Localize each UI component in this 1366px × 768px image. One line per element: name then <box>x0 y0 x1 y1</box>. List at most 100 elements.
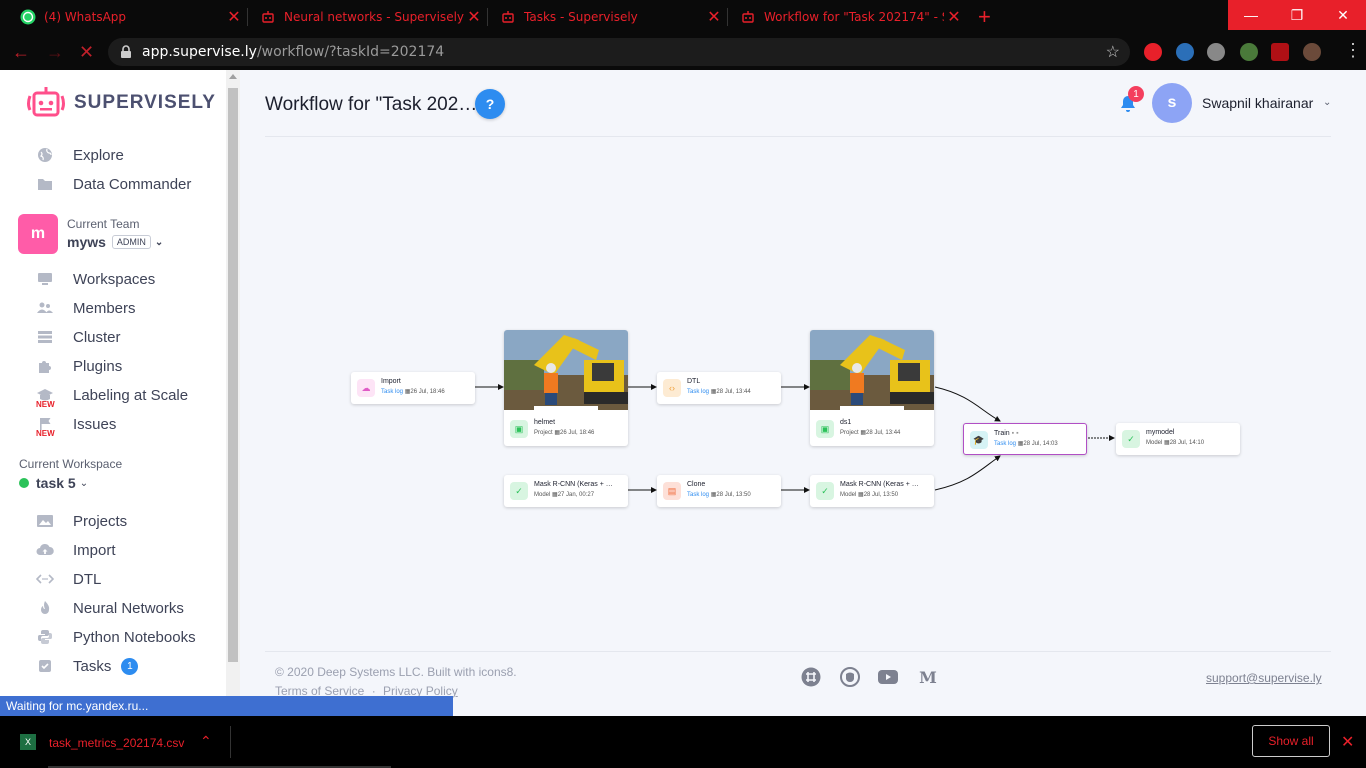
team-avatar[interactable]: m <box>18 214 58 254</box>
current-team-caption: Current Team <box>67 217 140 231</box>
scroll-up-arrow-icon[interactable] <box>229 74 237 79</box>
task-log-link[interactable]: Task log <box>994 441 1016 447</box>
sidebar-item-projects[interactable]: Projects <box>36 510 127 532</box>
puzzle-extension-icon[interactable] <box>1271 43 1289 61</box>
lock-icon <box>120 45 134 59</box>
kebab-menu-icon[interactable]: ⋮ <box>1344 40 1362 61</box>
monitor-icon <box>36 270 54 288</box>
slack-icon[interactable] <box>801 667 821 687</box>
team-selector[interactable]: myws ADMIN ⌄ <box>67 234 163 250</box>
workflow-node-ds1[interactable]: ▣ ds1 Project ▦28 Jul, 13:44 <box>810 330 934 446</box>
sidebar-item-workspaces[interactable]: Workspaces <box>36 268 155 290</box>
graduation-cap-icon: NEW <box>36 386 55 409</box>
github-icon[interactable] <box>840 667 860 687</box>
adblock-extension-icon[interactable] <box>1144 43 1162 61</box>
extension-icon[interactable] <box>1240 43 1258 61</box>
sidebar-scrollbar[interactable] <box>226 70 240 716</box>
supervisely-logo[interactable]: SUPERVISELY <box>26 84 216 122</box>
back-arrow-icon[interactable]: ← <box>12 42 30 63</box>
project-preview-image <box>504 330 628 410</box>
maximize-button[interactable]: ❐ <box>1274 0 1320 30</box>
sidebar: SUPERVISELY Explore Data Commander m Cur… <box>0 70 226 716</box>
edge <box>934 455 1001 491</box>
forward-arrow-icon[interactable]: → <box>46 42 64 63</box>
logo-text: SUPERVISELY <box>74 92 216 113</box>
chevron-up-icon[interactable]: ⌃ <box>200 733 212 750</box>
code-icon: ‹› <box>663 379 681 397</box>
download-extension-icon[interactable] <box>1207 43 1225 61</box>
sidebar-item-import[interactable]: Import <box>36 539 116 561</box>
flag-icon: NEW <box>36 415 55 438</box>
workspace-name: task 5 <box>36 475 76 491</box>
graduation-cap-icon: 🎓 <box>970 431 988 449</box>
model-check-icon: ✓ <box>1122 430 1140 448</box>
profile-avatar[interactable] <box>1303 43 1321 61</box>
workflow-node-dtl[interactable]: ‹› DTL Task log ▦28 Jul, 13:44 <box>657 372 781 404</box>
close-icon[interactable]: ✕ <box>704 7 724 27</box>
support-email-link[interactable]: support@supervise.ly <box>1206 671 1322 685</box>
tab-title: (4) WhatsApp <box>44 10 127 24</box>
sidebar-item-members[interactable]: Members <box>36 297 136 319</box>
close-window-button[interactable]: ✕ <box>1320 0 1366 30</box>
footer-divider <box>265 651 1331 652</box>
supervisely-icon <box>500 9 516 25</box>
cloud-upload-icon <box>36 541 54 559</box>
sidebar-item-issues[interactable]: NEW Issues <box>36 413 116 439</box>
sidebar-item-neural-networks[interactable]: Neural Networks <box>36 597 184 619</box>
cloud-import-icon: ☁ <box>357 379 375 397</box>
sidebar-item-data-commander[interactable]: Data Commander <box>36 173 191 195</box>
sidebar-item-plugins[interactable]: Plugins <box>36 355 122 377</box>
chevron-down-icon: ⌄ <box>79 477 89 489</box>
folder-icon <box>36 175 54 193</box>
folder-check-icon: ▣ <box>816 420 834 438</box>
show-all-button[interactable]: Show all <box>1252 725 1330 757</box>
task-log-link[interactable]: Task log <box>687 492 709 498</box>
workflow-node-train[interactable]: 🎓 Train ▪ ▪ Task log ▦28 Jul, 14:03 <box>963 423 1087 455</box>
globe-icon <box>36 146 54 164</box>
workflow-node-helmet[interactable]: ▣ helmet Project ▦26 Jul, 18:46 <box>504 330 628 446</box>
supervisely-icon <box>260 9 276 25</box>
sidebar-item-dtl[interactable]: DTL <box>36 568 101 590</box>
code-icon <box>36 570 54 588</box>
tab-title: Tasks - Supervisely <box>524 10 638 24</box>
task-log-link[interactable]: Task log <box>381 389 403 395</box>
gpu-icon: ▪ <box>1011 430 1015 437</box>
sidebar-item-cluster[interactable]: Cluster <box>36 326 121 348</box>
new-tab-button[interactable]: + <box>978 4 991 30</box>
workflow-node-mymodel[interactable]: ✓ mymodel Model ▦28 Jul, 14:10 <box>1116 423 1240 455</box>
youtube-icon[interactable] <box>878 667 898 687</box>
medium-icon[interactable]: M <box>918 667 938 687</box>
download-filename[interactable]: task_metrics_202174.csv <box>49 736 184 750</box>
sidebar-item-tasks[interactable]: Tasks 1 <box>36 655 139 677</box>
sidebar-item-explore[interactable]: Explore <box>36 144 124 166</box>
workflow-node-clone[interactable]: ▤ Clone Task log ▦28 Jul, 13:50 <box>657 475 781 507</box>
task-log-link[interactable]: Task log <box>687 389 709 395</box>
tab-neural-networks[interactable]: Neural networks - Supervisely ✕ <box>248 0 484 34</box>
sidebar-item-labeling-at-scale[interactable]: NEW Labeling at Scale <box>36 384 188 410</box>
sidebar-item-python-notebooks[interactable]: Python Notebooks <box>36 626 196 648</box>
minimize-button[interactable]: — <box>1228 0 1274 30</box>
workspace-selector[interactable]: task 5 ⌄ <box>19 475 88 491</box>
close-icon[interactable]: ✕ <box>944 7 964 27</box>
address-bar[interactable]: app.supervise.ly/workflow/?taskId=202174… <box>108 38 1130 66</box>
chevron-down-icon: ⌄ <box>154 236 164 248</box>
stop-icon[interactable]: ✕ <box>79 42 94 63</box>
role-badge: ADMIN <box>111 235 151 249</box>
scrollbar-thumb[interactable] <box>228 88 238 662</box>
tab-workflow-active[interactable]: Workflow for "Task 202174" - Supervisely… <box>728 0 964 34</box>
close-icon[interactable]: ✕ <box>224 7 244 27</box>
robot-logo-icon <box>27 87 65 117</box>
workflow-node-import[interactable]: ☁ Import Task log ▦26 Jul, 18:46 <box>351 372 475 404</box>
extension-icon[interactable] <box>1176 43 1194 61</box>
tab-whatsapp[interactable]: (4) WhatsApp ✕ <box>8 0 244 34</box>
tab-tasks[interactable]: Tasks - Supervisely ✕ <box>488 0 724 34</box>
edge <box>934 386 1001 422</box>
bookmark-star-icon[interactable]: ☆ <box>1106 42 1120 62</box>
agent-icon: ▪ <box>1016 430 1019 437</box>
workflow-node-mask-rcnn-source[interactable]: ✓ Mask R-CNN (Keras + … Model ▦27 Jan, 0… <box>504 475 628 507</box>
close-icon[interactable]: ✕ <box>1341 732 1354 752</box>
workflow-node-mask-rcnn-clone[interactable]: ✓ Mask R-CNN (Keras + … Model ▦28 Jul, 1… <box>810 475 934 507</box>
close-icon[interactable]: ✕ <box>464 7 484 27</box>
model-check-icon: ✓ <box>816 482 834 500</box>
images-icon <box>36 512 54 530</box>
